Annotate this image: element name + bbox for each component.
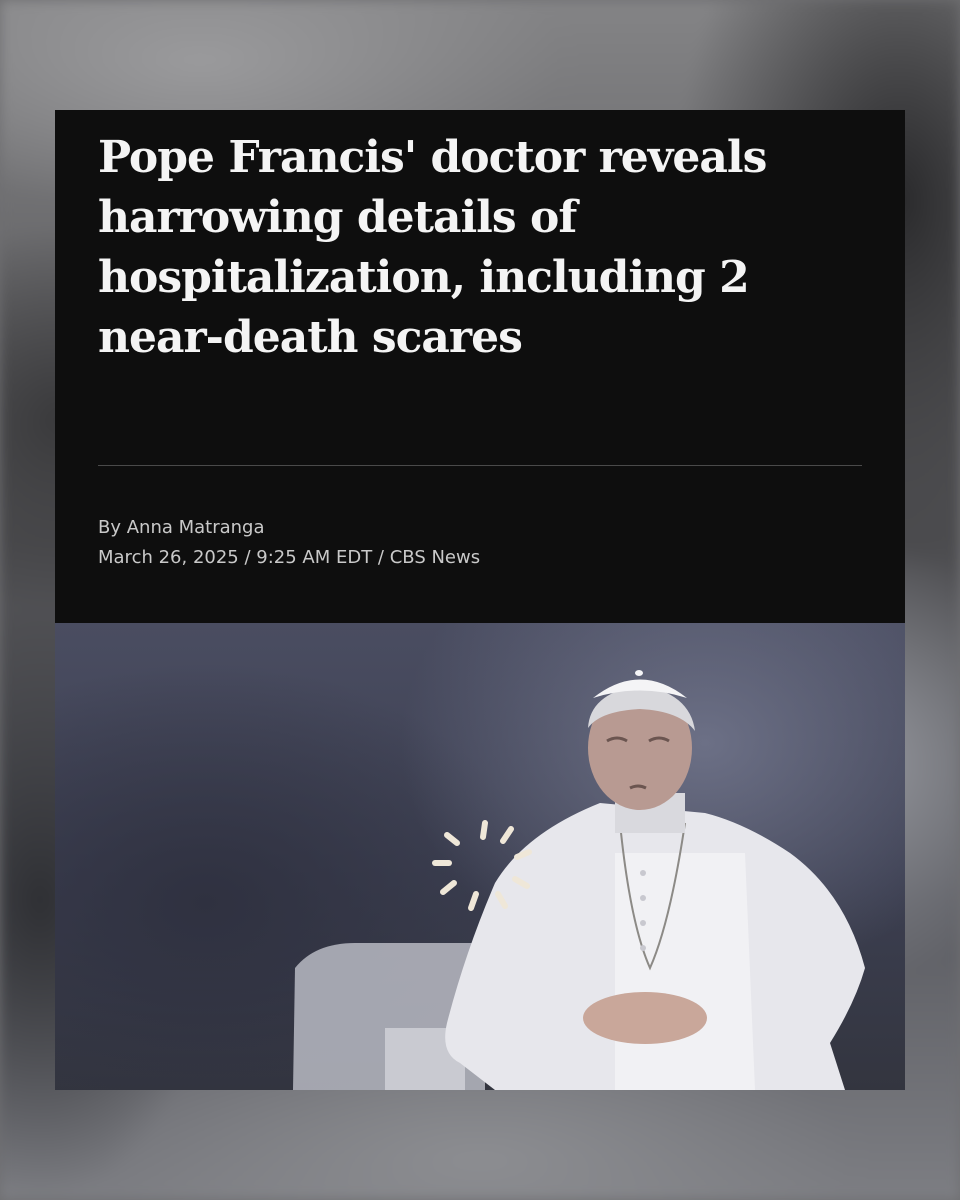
article-byline: By Anna Matranga bbox=[98, 517, 265, 538]
button-dot bbox=[640, 945, 646, 951]
meta-separator: / bbox=[238, 547, 257, 568]
photo-illustration bbox=[293, 670, 865, 1090]
pope-francis-photo bbox=[55, 623, 905, 1090]
clasped-hands bbox=[583, 992, 707, 1044]
meta-separator: / bbox=[372, 547, 390, 568]
zucchetto-stem bbox=[635, 670, 643, 676]
article-meta: March 26, 2025 / 9:25 AM EDT / CBS News bbox=[98, 544, 480, 572]
button-dot bbox=[640, 920, 646, 926]
article-date: March 26, 2025 bbox=[98, 547, 239, 568]
button-dot bbox=[640, 870, 646, 876]
cassock-shape bbox=[615, 853, 755, 1090]
header-divider bbox=[98, 465, 862, 466]
article-time: 9:25 AM EDT bbox=[256, 547, 373, 568]
button-dot bbox=[640, 895, 646, 901]
article-headline: Pope Francis' doctor reveals harrowing d… bbox=[98, 132, 767, 363]
article-header: Pope Francis' doctor reveals harrowing d… bbox=[55, 110, 905, 623]
article-source: CBS News bbox=[389, 547, 481, 568]
article-card: Pope Francis' doctor reveals harrowing d… bbox=[55, 110, 905, 1090]
